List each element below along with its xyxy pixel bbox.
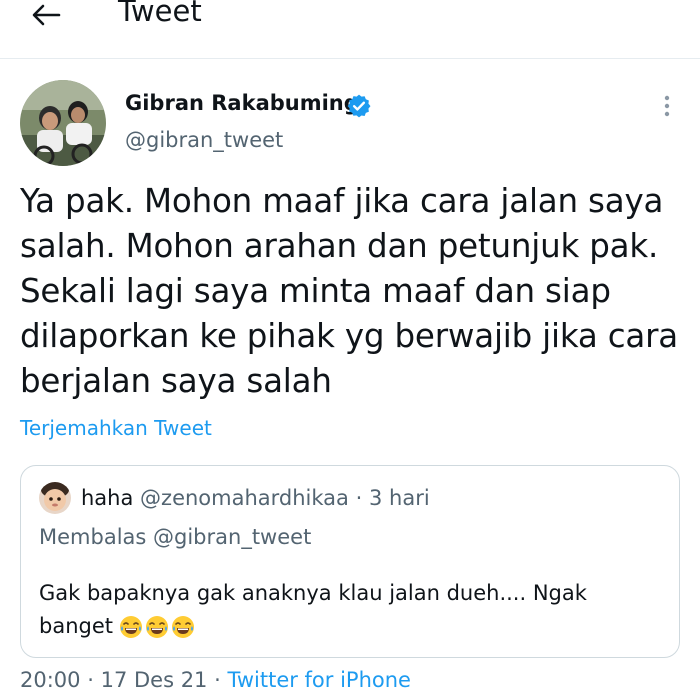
- replying-to-label: Membalas @gibran_tweet: [39, 525, 312, 549]
- tweet-text-line: Sekali lagi saya minta maaf dan siap: [20, 272, 611, 310]
- quoted-text-word: banget: [39, 614, 113, 638]
- quoted-header: haha @zenomahardhikaa · 3 hari: [81, 486, 430, 510]
- quoted-author-handle: @zenomahardhikaa: [140, 486, 349, 510]
- tweet-text-line: berjalan saya salah: [20, 362, 332, 400]
- author-handle[interactable]: @gibran_tweet: [125, 128, 283, 152]
- author-name[interactable]: Gibran Rakabuming: [125, 91, 359, 115]
- tweet-timestamp-row: 20:00 · 17 Des 21 · Twitter for iPhone: [20, 668, 411, 692]
- more-options-button[interactable]: [660, 94, 674, 118]
- quoted-text-line-2: banget: [39, 610, 659, 643]
- quoted-tweet-text: Gak bapaknya gak anaknya klau jalan dueh…: [39, 577, 659, 643]
- emoji-group: [119, 615, 195, 639]
- quoted-time: 3 hari: [368, 486, 430, 510]
- tweet-text: Ya pak. Mohon maaf jika cara jalan saya …: [20, 179, 690, 404]
- tweet-text-line: dilaporkan ke pihak yg berwajib jika car…: [20, 317, 679, 355]
- quoted-text-line: Gak bapaknya gak anaknya klau jalan dueh…: [39, 581, 587, 605]
- quoted-author-avatar: [39, 482, 71, 514]
- face-with-tears-of-joy-icon: [120, 616, 142, 638]
- translate-tweet-link[interactable]: Terjemahkan Tweet: [20, 416, 212, 440]
- separator: ·: [214, 668, 221, 692]
- face-with-tears-of-joy-icon: [172, 616, 194, 638]
- face-with-tears-of-joy-icon: [146, 616, 168, 638]
- arrow-left-icon: [32, 4, 61, 26]
- tweet-source-link[interactable]: Twitter for iPhone: [227, 668, 411, 692]
- tweet-date: 17 Des 21: [100, 668, 208, 692]
- tweet-text-line: Ya pak. Mohon maaf jika cara jalan saya: [20, 182, 664, 220]
- quoted-tweet-card[interactable]: haha @zenomahardhikaa · 3 hari Membalas …: [20, 465, 680, 658]
- author-avatar[interactable]: [20, 80, 106, 166]
- back-button[interactable]: [28, 2, 68, 28]
- verified-badge-icon: [346, 93, 372, 119]
- tweet-text-line: salah. Mohon arahan dan petunjuk pak.: [20, 227, 659, 265]
- more-vertical-icon: [664, 95, 670, 117]
- top-bar: Tweet: [0, 0, 700, 59]
- quoted-author-name: haha: [81, 486, 134, 510]
- separator: ·: [355, 486, 363, 510]
- tweet-time: 20:00: [20, 668, 81, 692]
- page-title: Tweet: [118, 0, 202, 28]
- separator: ·: [87, 668, 94, 692]
